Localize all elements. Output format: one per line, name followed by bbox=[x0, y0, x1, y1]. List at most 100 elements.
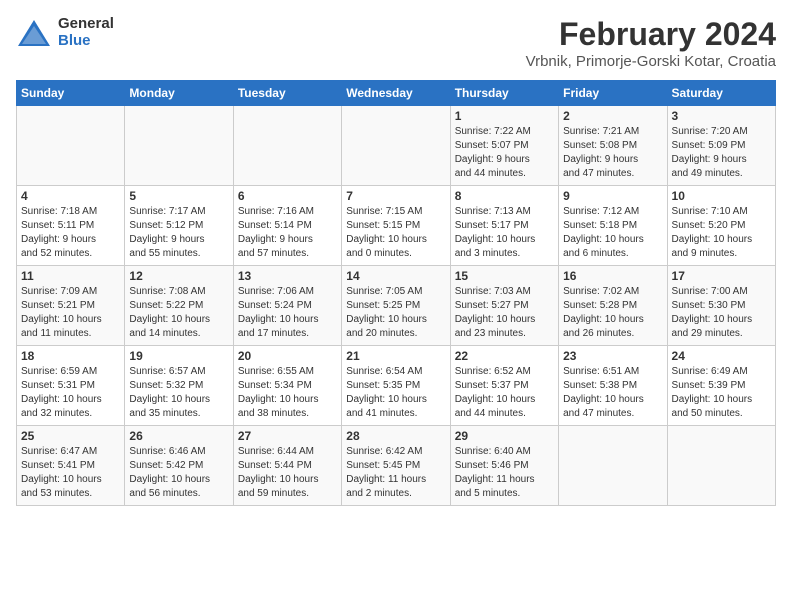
day-info: Sunrise: 7:09 AMSunset: 5:21 PMDaylight:… bbox=[21, 285, 120, 341]
day-info: Sunrise: 7:08 AMSunset: 5:22 PMDaylight:… bbox=[129, 285, 228, 341]
day-info: Sunrise: 7:22 AMSunset: 5:07 PMDaylight:… bbox=[455, 125, 554, 181]
day-number: 17 bbox=[672, 269, 771, 283]
day-number: 26 bbox=[129, 429, 228, 443]
day-number: 14 bbox=[346, 269, 445, 283]
day-info: Sunrise: 6:59 AMSunset: 5:31 PMDaylight:… bbox=[21, 365, 120, 421]
calendar-cell bbox=[667, 426, 775, 506]
calendar-cell: 15Sunrise: 7:03 AMSunset: 5:27 PMDayligh… bbox=[450, 266, 558, 346]
calendar-cell: 11 Sunrise: 7:09 AMSunset: 5:21 PMDayligh… bbox=[17, 266, 125, 346]
calendar-cell: 17 Sunrise: 7:00 AMSunset: 5:30 PMDayligh… bbox=[667, 266, 775, 346]
calendar-cell: 20 Sunrise: 6:55 AMSunset: 5:34 PMDayligh… bbox=[233, 346, 341, 426]
calendar-week: 25 Sunrise: 6:47 AMSunset: 5:41 PMDayligh… bbox=[17, 426, 776, 506]
calendar-body: 1Sunrise: 7:22 AMSunset: 5:07 PMDaylight… bbox=[17, 106, 776, 506]
day-number: 27 bbox=[238, 429, 337, 443]
day-info: Sunrise: 7:20 AMSunset: 5:09 PMDaylight:… bbox=[672, 125, 771, 181]
header-day: Wednesday bbox=[342, 81, 450, 106]
day-number: 8 bbox=[455, 189, 554, 203]
day-number: 13 bbox=[238, 269, 337, 283]
day-number: 7 bbox=[346, 189, 445, 203]
day-info: Sunrise: 7:00 AMSunset: 5:30 PMDaylight:… bbox=[672, 285, 771, 341]
calendar-cell: 10 Sunrise: 7:10 AMSunset: 5:20 PMDayligh… bbox=[667, 186, 775, 266]
calendar-cell: 12Sunrise: 7:08 AMSunset: 5:22 PMDayligh… bbox=[125, 266, 233, 346]
day-info: Sunrise: 7:18 AMSunset: 5:11 PMDaylight:… bbox=[21, 205, 120, 261]
month-year: February 2024 bbox=[526, 16, 776, 53]
day-info: Sunrise: 7:03 AMSunset: 5:27 PMDaylight:… bbox=[455, 285, 554, 341]
calendar-week: 18 Sunrise: 6:59 AMSunset: 5:31 PMDayligh… bbox=[17, 346, 776, 426]
logo-icon bbox=[16, 18, 52, 48]
day-info: Sunrise: 6:49 AMSunset: 5:39 PMDaylight:… bbox=[672, 365, 771, 421]
day-number: 5 bbox=[129, 189, 228, 203]
calendar-cell: 19 Sunrise: 6:57 AMSunset: 5:32 PMDayligh… bbox=[125, 346, 233, 426]
header-day: Friday bbox=[559, 81, 667, 106]
day-number: 11 bbox=[21, 269, 120, 283]
calendar-cell bbox=[17, 106, 125, 186]
day-info: Sunrise: 6:46 AMSunset: 5:42 PMDaylight:… bbox=[129, 445, 228, 501]
calendar-cell: 14 Sunrise: 7:05 AMSunset: 5:25 PMDayligh… bbox=[342, 266, 450, 346]
calendar-cell: 6 Sunrise: 7:16 AMSunset: 5:14 PMDaylight… bbox=[233, 186, 341, 266]
day-info: Sunrise: 7:10 AMSunset: 5:20 PMDaylight:… bbox=[672, 205, 771, 261]
calendar-cell: 22 Sunrise: 6:52 AMSunset: 5:37 PMDayligh… bbox=[450, 346, 558, 426]
header-day: Sunday bbox=[17, 81, 125, 106]
calendar-cell: 7 Sunrise: 7:15 AMSunset: 5:15 PMDaylight… bbox=[342, 186, 450, 266]
day-number: 28 bbox=[346, 429, 445, 443]
day-number: 6 bbox=[238, 189, 337, 203]
location: Vrbnik, Primorje-Gorski Kotar, Croatia bbox=[526, 53, 776, 70]
day-number: 16 bbox=[563, 269, 662, 283]
day-info: Sunrise: 6:52 AMSunset: 5:37 PMDaylight:… bbox=[455, 365, 554, 421]
calendar-cell: 18 Sunrise: 6:59 AMSunset: 5:31 PMDayligh… bbox=[17, 346, 125, 426]
calendar-week: 4 Sunrise: 7:18 AMSunset: 5:11 PMDaylight… bbox=[17, 186, 776, 266]
title-block: February 2024 Vrbnik, Primorje-Gorski Ko… bbox=[526, 16, 776, 70]
logo-blue: Blue bbox=[58, 33, 114, 50]
calendar-cell: 9Sunrise: 7:12 AMSunset: 5:18 PMDaylight… bbox=[559, 186, 667, 266]
day-info: Sunrise: 7:16 AMSunset: 5:14 PMDaylight:… bbox=[238, 205, 337, 261]
day-info: Sunrise: 7:12 AMSunset: 5:18 PMDaylight:… bbox=[563, 205, 662, 261]
day-info: Sunrise: 7:13 AMSunset: 5:17 PMDaylight:… bbox=[455, 205, 554, 261]
calendar-week: 1Sunrise: 7:22 AMSunset: 5:07 PMDaylight… bbox=[17, 106, 776, 186]
calendar-cell bbox=[233, 106, 341, 186]
day-number: 24 bbox=[672, 349, 771, 363]
calendar-cell: 29Sunrise: 6:40 AMSunset: 5:46 PMDayligh… bbox=[450, 426, 558, 506]
day-info: Sunrise: 6:57 AMSunset: 5:32 PMDaylight:… bbox=[129, 365, 228, 421]
header-day: Saturday bbox=[667, 81, 775, 106]
day-number: 29 bbox=[455, 429, 554, 443]
day-number: 21 bbox=[346, 349, 445, 363]
day-number: 25 bbox=[21, 429, 120, 443]
calendar-cell: 21 Sunrise: 6:54 AMSunset: 5:35 PMDayligh… bbox=[342, 346, 450, 426]
calendar-cell: 8 Sunrise: 7:13 AMSunset: 5:17 PMDaylight… bbox=[450, 186, 558, 266]
calendar-cell: 28 Sunrise: 6:42 AMSunset: 5:45 PMDayligh… bbox=[342, 426, 450, 506]
calendar-cell bbox=[559, 426, 667, 506]
calendar-cell: 27Sunrise: 6:44 AMSunset: 5:44 PMDayligh… bbox=[233, 426, 341, 506]
day-number: 10 bbox=[672, 189, 771, 203]
calendar-table: SundayMondayTuesdayWednesdayThursdayFrid… bbox=[16, 80, 776, 506]
calendar-cell: 23Sunrise: 6:51 AMSunset: 5:38 PMDayligh… bbox=[559, 346, 667, 426]
calendar-cell: 1Sunrise: 7:22 AMSunset: 5:07 PMDaylight… bbox=[450, 106, 558, 186]
day-info: Sunrise: 6:55 AMSunset: 5:34 PMDaylight:… bbox=[238, 365, 337, 421]
day-number: 19 bbox=[129, 349, 228, 363]
calendar-cell: 3Sunrise: 7:20 AMSunset: 5:09 PMDaylight… bbox=[667, 106, 775, 186]
calendar-cell: 4 Sunrise: 7:18 AMSunset: 5:11 PMDaylight… bbox=[17, 186, 125, 266]
day-number: 4 bbox=[21, 189, 120, 203]
day-info: Sunrise: 6:54 AMSunset: 5:35 PMDaylight:… bbox=[346, 365, 445, 421]
calendar-cell bbox=[125, 106, 233, 186]
day-info: Sunrise: 7:17 AMSunset: 5:12 PMDaylight:… bbox=[129, 205, 228, 261]
day-number: 20 bbox=[238, 349, 337, 363]
calendar-cell bbox=[342, 106, 450, 186]
header-day: Monday bbox=[125, 81, 233, 106]
calendar-week: 11 Sunrise: 7:09 AMSunset: 5:21 PMDayligh… bbox=[17, 266, 776, 346]
calendar-cell: 2Sunrise: 7:21 AMSunset: 5:08 PMDaylight… bbox=[559, 106, 667, 186]
logo-general: General bbox=[58, 16, 114, 33]
logo-text: General Blue bbox=[58, 16, 114, 49]
day-info: Sunrise: 7:05 AMSunset: 5:25 PMDaylight:… bbox=[346, 285, 445, 341]
header-day: Tuesday bbox=[233, 81, 341, 106]
page-header: General Blue February 2024 Vrbnik, Primo… bbox=[16, 16, 776, 70]
calendar-cell: 5 Sunrise: 7:17 AMSunset: 5:12 PMDaylight… bbox=[125, 186, 233, 266]
day-info: Sunrise: 7:15 AMSunset: 5:15 PMDaylight:… bbox=[346, 205, 445, 261]
day-info: Sunrise: 6:42 AMSunset: 5:45 PMDaylight:… bbox=[346, 445, 445, 501]
day-number: 2 bbox=[563, 109, 662, 123]
day-info: Sunrise: 6:51 AMSunset: 5:38 PMDaylight:… bbox=[563, 365, 662, 421]
day-info: Sunrise: 6:47 AMSunset: 5:41 PMDaylight:… bbox=[21, 445, 120, 501]
day-number: 18 bbox=[21, 349, 120, 363]
calendar-cell: 25 Sunrise: 6:47 AMSunset: 5:41 PMDayligh… bbox=[17, 426, 125, 506]
header-day: Thursday bbox=[450, 81, 558, 106]
day-number: 22 bbox=[455, 349, 554, 363]
